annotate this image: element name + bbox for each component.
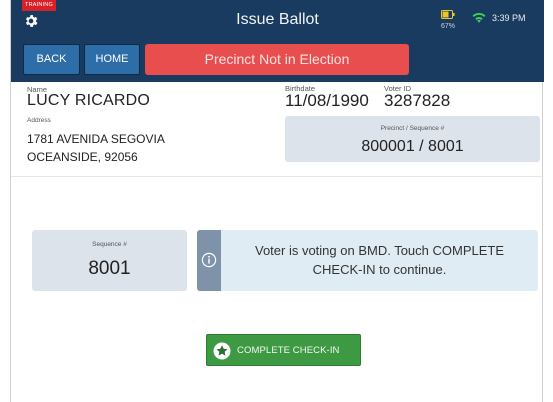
precinct-alert-banner: Precinct Not in Election bbox=[145, 44, 409, 75]
page-title: Issue Ballot bbox=[236, 11, 319, 28]
voter-name: LUCY RICARDO bbox=[27, 92, 151, 109]
back-button[interactable]: BACK bbox=[23, 44, 80, 75]
info-strip bbox=[197, 230, 221, 291]
sequence-value: 8001 bbox=[88, 258, 131, 279]
wifi-icon bbox=[472, 12, 486, 23]
address-line-2: OCEANSIDE, 92056 bbox=[27, 150, 138, 164]
sequence-panel: Sequence # 8001 bbox=[32, 230, 187, 291]
address-label: Address bbox=[27, 117, 51, 124]
info-message-line-2: CHECK-IN to continue. bbox=[312, 262, 447, 277]
info-message-line-1: Voter is voting on BMD. Touch COMPLETE bbox=[254, 243, 505, 258]
home-button[interactable]: HOME bbox=[84, 44, 140, 75]
info-icon bbox=[201, 252, 217, 268]
status-time: 3:39 PM bbox=[492, 13, 526, 23]
address-line-1: 1781 AVENIDA SEGOVIA bbox=[27, 132, 165, 146]
info-message-panel: Voter is voting on BMD. Touch COMPLETE C… bbox=[197, 230, 538, 291]
complete-check-in-button[interactable]: COMPLETE CHECK-IN bbox=[206, 334, 361, 366]
voter-id-value: 3287828 bbox=[384, 91, 451, 110]
section-divider bbox=[11, 176, 544, 177]
battery-icon bbox=[441, 10, 455, 19]
battery-percent: 67% bbox=[440, 23, 455, 30]
title-bar: TRAINING Issue Ballot 67% 3:39 PM bbox=[11, 0, 544, 36]
birthdate-value: 11/08/1990 bbox=[285, 91, 369, 110]
sequence-label: Sequence # bbox=[92, 241, 127, 248]
complete-check-in-label: COMPLETE CHECK-IN bbox=[237, 345, 340, 356]
star-circle-icon bbox=[213, 342, 231, 360]
app-frame: TRAINING Issue Ballot 67% 3:39 PM BACK H… bbox=[10, 0, 544, 402]
precinct-sequence-panel: Precinct / Sequence # 800001 / 8001 bbox=[285, 116, 540, 162]
precinct-sequence-label: Precinct / Sequence # bbox=[380, 125, 445, 132]
nav-bar: BACK HOME Precinct Not in Election bbox=[11, 36, 544, 82]
precinct-sequence-value: 800001 / 8001 bbox=[361, 138, 464, 155]
